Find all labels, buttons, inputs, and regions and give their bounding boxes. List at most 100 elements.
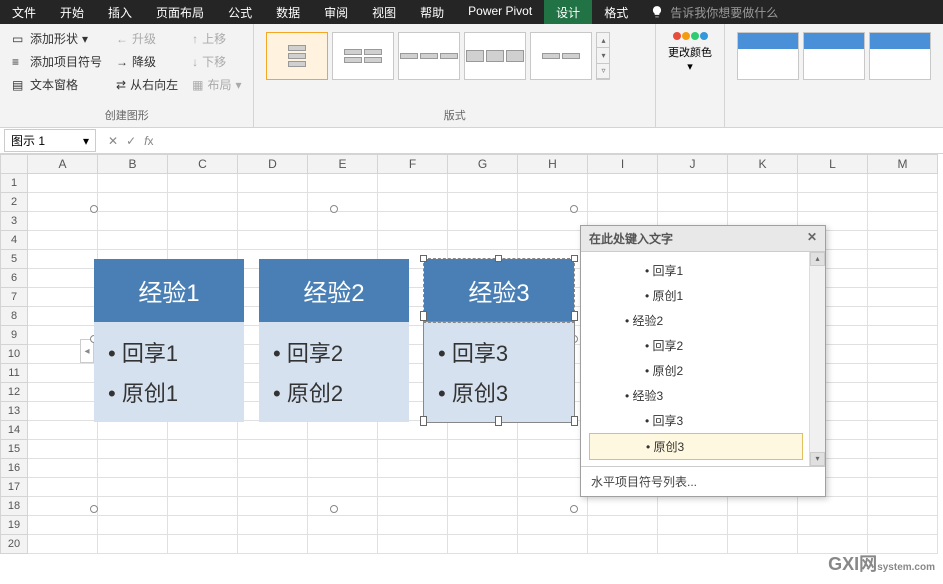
column-header[interactable]: C: [168, 154, 238, 174]
cell[interactable]: [868, 307, 938, 326]
cell[interactable]: [868, 421, 938, 440]
textpane-item[interactable]: 经验2: [585, 308, 821, 333]
tab-formulas[interactable]: 公式: [216, 0, 264, 24]
resize-handle-sw[interactable]: [90, 505, 98, 513]
cell[interactable]: [868, 478, 938, 497]
shape-handle[interactable]: [571, 255, 578, 262]
row-header[interactable]: 15: [0, 440, 28, 459]
cell[interactable]: [658, 516, 728, 535]
row-header[interactable]: 3: [0, 212, 28, 231]
cell[interactable]: [588, 497, 658, 516]
cell[interactable]: [28, 288, 98, 307]
cell[interactable]: [448, 535, 518, 554]
cell[interactable]: [728, 174, 798, 193]
resize-handle-ne[interactable]: [570, 205, 578, 213]
resize-handle-s[interactable]: [330, 505, 338, 513]
textpane-scrollbar[interactable]: ▴ ▾: [809, 252, 825, 466]
cell[interactable]: [658, 193, 728, 212]
expand-icon[interactable]: ▿: [597, 64, 609, 79]
tab-powerpivot[interactable]: Power Pivot: [456, 0, 544, 24]
tab-home[interactable]: 开始: [48, 0, 96, 24]
layout-gallery-more[interactable]: ▴▾▿: [596, 32, 610, 80]
cell[interactable]: [798, 497, 868, 516]
shape-handle[interactable]: [420, 311, 427, 321]
cell[interactable]: [868, 193, 938, 212]
move-up-button[interactable]: ↑上移: [188, 28, 245, 49]
cell[interactable]: [28, 421, 98, 440]
cell[interactable]: [868, 364, 938, 383]
cell[interactable]: [868, 459, 938, 478]
scroll-up-icon[interactable]: ▴: [810, 252, 825, 266]
cell[interactable]: [308, 174, 378, 193]
add-shape-button[interactable]: ▭添加形状 ▾: [8, 28, 106, 49]
cell[interactable]: [28, 497, 98, 516]
cell[interactable]: [238, 174, 308, 193]
cell[interactable]: [448, 174, 518, 193]
column-header[interactable]: A: [28, 154, 98, 174]
row-header[interactable]: 2: [0, 193, 28, 212]
smartart-container[interactable]: ◂ 经验1 • 回享1 • 原创1 经验2: [94, 209, 574, 509]
resize-handle-se[interactable]: [570, 505, 578, 513]
column-header[interactable]: H: [518, 154, 588, 174]
shape-handle[interactable]: [495, 255, 502, 262]
cell[interactable]: [868, 440, 938, 459]
scroll-down-icon[interactable]: ▾: [597, 48, 609, 63]
row-header[interactable]: 5: [0, 250, 28, 269]
shape-handle[interactable]: [420, 416, 427, 426]
cell[interactable]: [168, 174, 238, 193]
tab-file[interactable]: 文件: [0, 0, 48, 24]
row-header[interactable]: 7: [0, 288, 28, 307]
column-header[interactable]: J: [658, 154, 728, 174]
cell[interactable]: [868, 212, 938, 231]
name-box[interactable]: 图示 1▾: [4, 129, 96, 152]
shape-handle[interactable]: [571, 311, 578, 321]
cell[interactable]: [868, 250, 938, 269]
column-header[interactable]: B: [98, 154, 168, 174]
cell[interactable]: [868, 402, 938, 421]
row-header[interactable]: 4: [0, 231, 28, 250]
layout-thumb-4[interactable]: [464, 32, 526, 80]
tab-insert[interactable]: 插入: [96, 0, 144, 24]
cell[interactable]: [728, 535, 798, 554]
cell[interactable]: [28, 383, 98, 402]
style-thumb-1[interactable]: [737, 32, 799, 80]
select-all-corner[interactable]: [0, 154, 28, 174]
cell[interactable]: [588, 535, 658, 554]
cell[interactable]: [518, 516, 588, 535]
cell[interactable]: [868, 288, 938, 307]
row-header[interactable]: 8: [0, 307, 28, 326]
cell[interactable]: [868, 497, 938, 516]
cell[interactable]: [728, 193, 798, 212]
tab-design[interactable]: 设计: [544, 0, 592, 24]
column-header[interactable]: E: [308, 154, 378, 174]
style-thumb-3[interactable]: [869, 32, 931, 80]
close-icon[interactable]: ✕: [807, 230, 817, 247]
cell[interactable]: [28, 174, 98, 193]
style-thumb-2[interactable]: [803, 32, 865, 80]
cell[interactable]: [658, 497, 728, 516]
row-header[interactable]: 20: [0, 535, 28, 554]
column-header[interactable]: D: [238, 154, 308, 174]
textpane-header[interactable]: 在此处键入文字 ✕: [581, 226, 825, 252]
layout-thumb-5[interactable]: [530, 32, 592, 80]
shape-handle[interactable]: [495, 416, 502, 426]
textpane-item[interactable]: 原创2: [585, 358, 821, 383]
smartart-card-1[interactable]: 经验1 • 回享1 • 原创1: [94, 259, 244, 422]
cell[interactable]: [378, 535, 448, 554]
cell[interactable]: [658, 174, 728, 193]
textpane-item[interactable]: 回享3: [585, 408, 821, 433]
scroll-up-icon[interactable]: ▴: [597, 33, 609, 48]
textpane-item[interactable]: 经验3: [585, 383, 821, 408]
column-header[interactable]: I: [588, 154, 658, 174]
add-bullet-button[interactable]: ≡添加项目符号: [8, 51, 106, 72]
cell[interactable]: [28, 459, 98, 478]
scroll-down-icon[interactable]: ▾: [810, 452, 825, 466]
cell[interactable]: [28, 193, 98, 212]
textpane-footer[interactable]: 水平项目符号列表...: [581, 466, 825, 496]
cell[interactable]: [168, 535, 238, 554]
column-header[interactable]: M: [868, 154, 938, 174]
cell[interactable]: [868, 383, 938, 402]
cell[interactable]: [798, 193, 868, 212]
shape-handle[interactable]: [571, 416, 578, 426]
cell[interactable]: [28, 364, 98, 383]
